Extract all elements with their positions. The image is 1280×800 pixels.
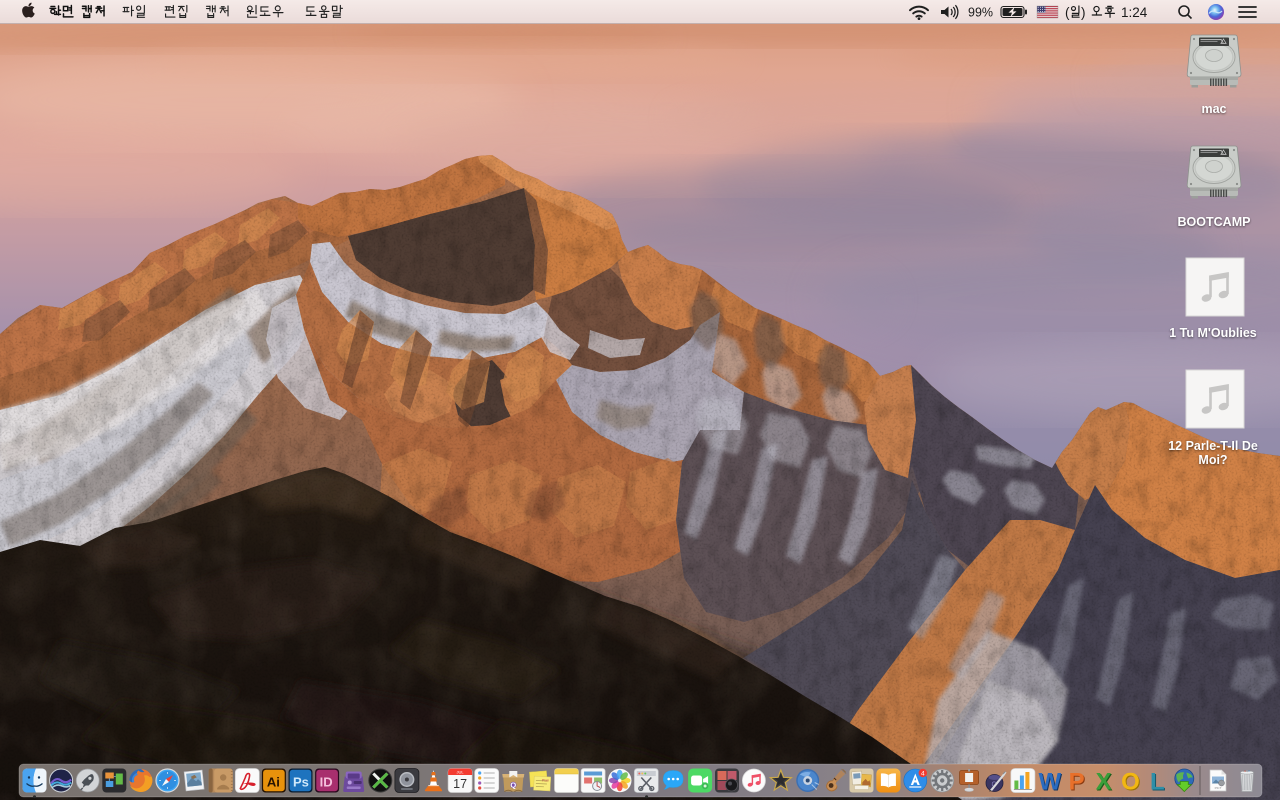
svg-text:4: 4 — [921, 771, 925, 778]
svg-text:Plan: Plan — [542, 779, 549, 783]
svg-text:Ps: Ps — [293, 775, 309, 790]
svg-text:PICT: PICT — [1215, 786, 1222, 790]
svg-text:X: X — [1096, 769, 1112, 796]
svg-text:P: P — [1069, 769, 1085, 796]
svg-text:17: 17 — [453, 777, 467, 791]
svg-text:W: W — [1038, 769, 1061, 796]
svg-text:1 Tu M'Oublies: 1 Tu M'Oublies — [1169, 326, 1257, 340]
svg-text:O: O — [1121, 769, 1140, 796]
svg-text:JUL: JUL — [457, 770, 465, 775]
svg-text:L: L — [1150, 769, 1165, 796]
svg-text:ID: ID — [320, 775, 333, 790]
svg-text:Ai: Ai — [267, 775, 280, 790]
svg-text:BOOTCAMP: BOOTCAMP — [1178, 215, 1251, 229]
svg-text:Q: Q — [510, 780, 516, 789]
svg-text:Moi?: Moi? — [1198, 453, 1227, 467]
svg-text:mac: mac — [1201, 102, 1226, 116]
svg-text:12 Parle-T-Il De: 12 Parle-T-Il De — [1168, 439, 1258, 453]
